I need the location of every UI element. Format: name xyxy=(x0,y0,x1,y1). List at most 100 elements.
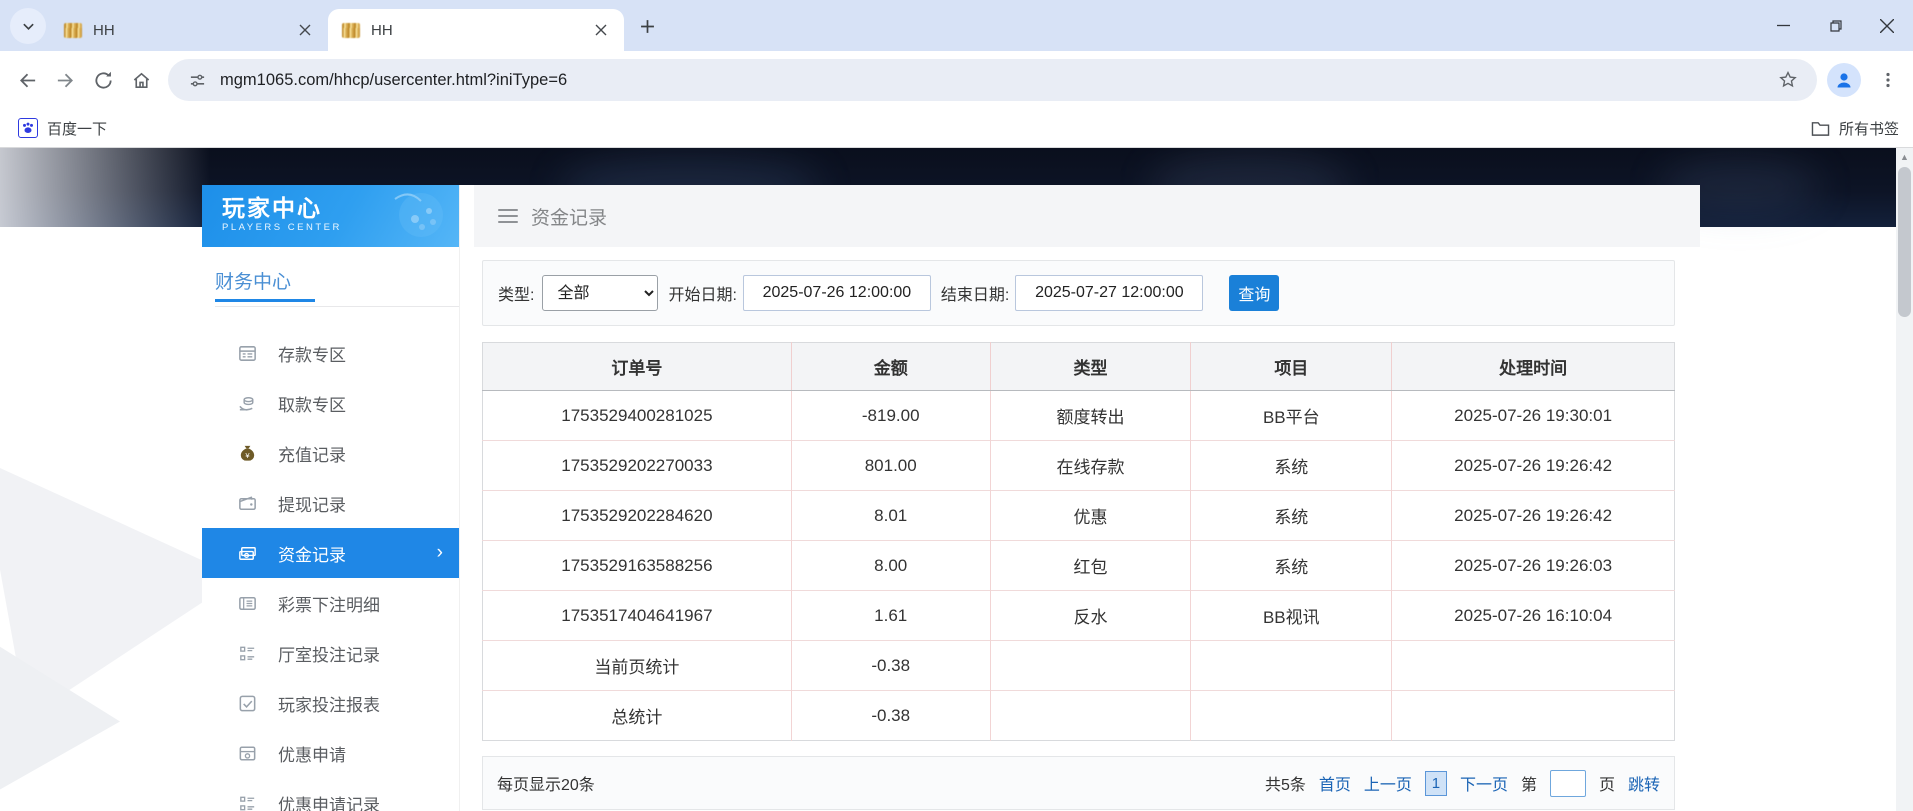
cell-order: 1753529202270033 xyxy=(483,441,792,491)
chevron-right-icon: › xyxy=(437,542,443,564)
tab-2-active[interactable]: HH xyxy=(328,9,624,51)
sidebar-item-label: 优惠申请 xyxy=(278,741,346,766)
reload-button[interactable] xyxy=(84,61,122,99)
current-page-badge[interactable]: 1 xyxy=(1425,771,1447,796)
browser-menu-icon[interactable] xyxy=(1871,63,1905,97)
prev-page-link[interactable]: 上一页 xyxy=(1364,771,1412,795)
page-jump-input[interactable] xyxy=(1550,770,1586,797)
forward-button[interactable] xyxy=(46,61,84,99)
bookmark-star-icon[interactable] xyxy=(1773,65,1803,95)
cell-amount: 8.00 xyxy=(791,541,990,591)
cell-amount: 801.00 xyxy=(791,441,990,491)
window-controls xyxy=(1757,0,1913,51)
cell-item: BB视讯 xyxy=(1191,591,1392,641)
table-header-row: 订单号 金额 类型 项目 处理时间 xyxy=(483,343,1675,391)
address-bar[interactable]: mgm1065.com/hhcp/usercenter.html?iniType… xyxy=(168,59,1817,101)
type-select[interactable]: 全部 xyxy=(542,275,658,311)
filter-panel: 类型: 全部 开始日期: 结束日期: 查询 xyxy=(482,260,1675,326)
cell-time xyxy=(1392,691,1675,741)
jump-suffix-label: 页 xyxy=(1599,771,1615,795)
type-filter-label: 类型: xyxy=(498,281,534,305)
sidebar-item-deposit-zone[interactable]: 存款专区 xyxy=(202,328,459,378)
sidebar-item-withdrawal-records[interactable]: 提现记录 xyxy=(202,478,459,528)
url-text[interactable]: mgm1065.com/hhcp/usercenter.html?iniType… xyxy=(220,71,1773,90)
all-bookmarks-label: 所有书签 xyxy=(1839,118,1899,139)
sidebar-item-player-bet-report[interactable]: 玩家投注报表 xyxy=(202,678,459,728)
person-icon xyxy=(1833,69,1855,91)
lottery-list-icon xyxy=(236,592,258,614)
tab-1[interactable]: HH xyxy=(50,9,328,51)
tab-strip: HH HH xyxy=(0,0,1913,51)
tab-search-button[interactable] xyxy=(10,8,46,44)
column-header-item: 项目 xyxy=(1191,343,1392,391)
column-header-time: 处理时间 xyxy=(1392,343,1675,391)
sidebar-item-label: 充值记录 xyxy=(278,441,346,466)
sidebar-item-label: 优惠申请记录 xyxy=(278,791,380,811)
restore-button[interactable] xyxy=(1809,0,1861,51)
cell-time: 2025-07-26 19:30:01 xyxy=(1392,391,1675,441)
sidebar-item-lottery-bet-details[interactable]: 彩票下注明细 xyxy=(202,578,459,628)
first-page-link[interactable]: 首页 xyxy=(1319,771,1351,795)
site-info-icon[interactable] xyxy=(182,65,212,95)
table-row: 1753529163588256 8.00 红包 系统 2025-07-26 1… xyxy=(483,541,1675,591)
minimize-button[interactable] xyxy=(1757,0,1809,51)
next-page-link[interactable]: 下一页 xyxy=(1460,771,1508,795)
page-size-label: 每页显示20条 xyxy=(497,771,1265,795)
sidebar-item-funds-records[interactable]: 资金记录 › xyxy=(202,528,459,578)
start-date-input[interactable] xyxy=(743,275,931,311)
sidebar-item-recharge-records[interactable]: ¥ 充值记录 xyxy=(202,428,459,478)
cell-item: 系统 xyxy=(1191,441,1392,491)
sidebar-item-hall-bet-records[interactable]: 厅室投注记录 xyxy=(202,628,459,678)
deposit-icon xyxy=(236,342,258,364)
all-bookmarks-button[interactable]: 所有书签 xyxy=(1811,118,1913,139)
sidebar-item-withdraw-zone[interactable]: 取款专区 xyxy=(202,378,459,428)
column-header-amount: 金额 xyxy=(791,343,990,391)
cell-time: 2025-07-26 19:26:03 xyxy=(1392,541,1675,591)
sidebar-item-label: 存款专区 xyxy=(278,341,346,366)
new-tab-button[interactable] xyxy=(630,9,664,43)
cell-type xyxy=(990,691,1191,741)
cell-type: 在线存款 xyxy=(990,441,1191,491)
cell-item: 系统 xyxy=(1191,491,1392,541)
home-button[interactable] xyxy=(122,61,160,99)
cell-item xyxy=(1191,691,1392,741)
tab-close-icon[interactable] xyxy=(590,19,612,41)
close-window-button[interactable] xyxy=(1861,0,1913,51)
bookmark-baidu[interactable]: 百度一下 xyxy=(8,113,117,143)
sidebar-item-label: 玩家投注报表 xyxy=(278,691,380,716)
sidebar-item-promo-apply[interactable]: 优惠申请 xyxy=(202,728,459,778)
back-button[interactable] xyxy=(8,61,46,99)
sidebar-item-promo-apply-records[interactable]: 优惠申请记录 xyxy=(202,778,459,811)
page-scrollbar[interactable]: ▲ xyxy=(1896,148,1913,811)
bookmarks-bar: 百度一下 所有书签 xyxy=(0,109,1913,148)
cell-amount: 1.61 xyxy=(791,591,990,641)
chevron-down-icon xyxy=(22,20,35,33)
bookmark-label: 百度一下 xyxy=(47,118,107,139)
cell-order: 1753529202284620 xyxy=(483,491,792,541)
cell-time: 2025-07-26 19:26:42 xyxy=(1392,491,1675,541)
sidebar-section: 财务中心 xyxy=(202,247,459,307)
hamburger-icon[interactable] xyxy=(498,205,518,227)
finance-center-heading: 财务中心 xyxy=(215,267,459,294)
sidebar: 玩家中心 PLAYERS CENTER 财务中心 xyxy=(202,185,460,811)
cell-order: 1753517404641967 xyxy=(483,591,792,641)
cell-type: 优惠 xyxy=(990,491,1191,541)
promo-icon xyxy=(236,742,258,764)
pagination-controls: 共5条 首页 上一页 1 下一页 第 页 跳转 xyxy=(1265,770,1660,797)
scrollbar-thumb[interactable] xyxy=(1898,167,1911,317)
cell-type xyxy=(990,641,1191,691)
scrollbar-up-arrow[interactable]: ▲ xyxy=(1896,148,1913,165)
jump-go-link[interactable]: 跳转 xyxy=(1628,771,1660,795)
cell-time: 2025-07-26 19:26:42 xyxy=(1392,441,1675,491)
funds-table: 订单号 金额 类型 项目 处理时间 1753529400281025 -819.… xyxy=(482,342,1675,741)
tab-title: HH xyxy=(371,22,590,39)
tab-close-icon[interactable] xyxy=(294,19,316,41)
cell-amount: 8.01 xyxy=(791,491,990,541)
search-button[interactable]: 查询 xyxy=(1229,275,1279,311)
column-header-order: 订单号 xyxy=(483,343,792,391)
cell-time: 2025-07-26 16:10:04 xyxy=(1392,591,1675,641)
sidebar-item-label: 取款专区 xyxy=(278,391,346,416)
page-viewport: 玩家中心 PLAYERS CENTER 财务中心 xyxy=(0,148,1913,811)
end-date-input[interactable] xyxy=(1015,275,1203,311)
profile-avatar[interactable] xyxy=(1827,63,1861,97)
